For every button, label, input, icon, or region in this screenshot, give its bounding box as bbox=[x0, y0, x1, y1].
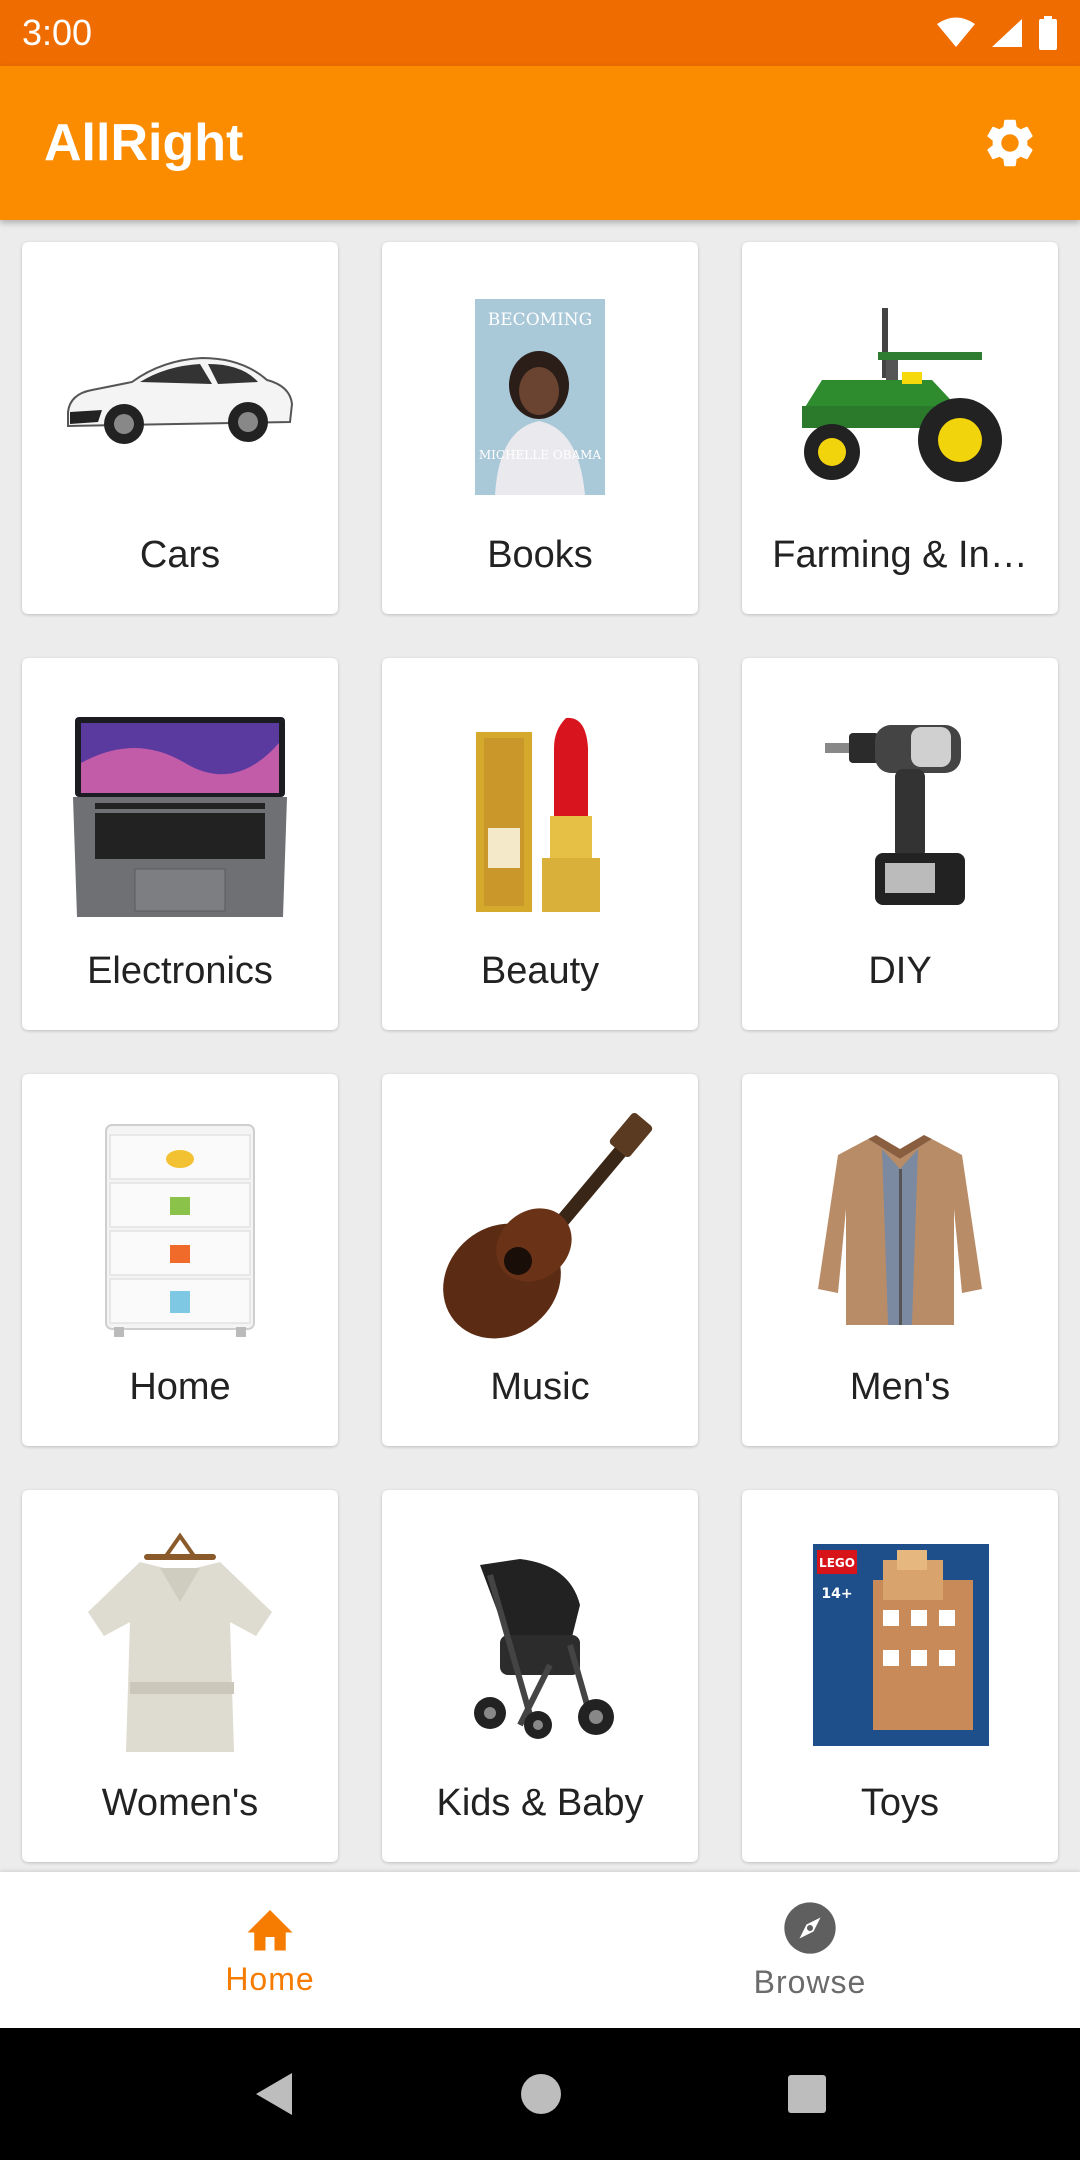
category-card-music[interactable]: Music bbox=[382, 1074, 698, 1446]
category-label: Men's bbox=[849, 1366, 951, 1408]
nav-home-label: Home bbox=[225, 1960, 315, 1997]
home-circle-icon[interactable] bbox=[519, 2072, 563, 2116]
category-card-toys[interactable]: LEGO 14+ Toys bbox=[742, 1490, 1058, 1862]
category-card-beauty[interactable]: Beauty bbox=[382, 658, 698, 1030]
category-grid: Cars BECOMING MICHELLE OBAMA Books Farmi… bbox=[0, 220, 1080, 1872]
jacket-image bbox=[782, 1114, 1018, 1344]
recents-icon[interactable] bbox=[786, 2073, 828, 2115]
system-nav-bar bbox=[0, 2028, 1080, 2160]
signal-icon bbox=[992, 19, 1022, 47]
category-card-womens[interactable]: Women's bbox=[22, 1490, 338, 1862]
app-title: AllRight bbox=[44, 114, 244, 172]
tractor-image bbox=[782, 282, 1018, 512]
category-card-books[interactable]: BECOMING MICHELLE OBAMA Books bbox=[382, 242, 698, 614]
bottom-nav: Home Browse bbox=[0, 1872, 1080, 2028]
category-label: Beauty bbox=[480, 950, 600, 992]
app-bar: AllRight bbox=[0, 66, 1080, 220]
book-image: BECOMING MICHELLE OBAMA bbox=[422, 282, 658, 512]
category-card-farming[interactable]: Farming & In… bbox=[742, 242, 1058, 614]
category-label: Home bbox=[129, 1366, 231, 1408]
category-label: Toys bbox=[860, 1782, 940, 1824]
status-time: 3:00 bbox=[22, 12, 93, 53]
blouse-image bbox=[62, 1530, 298, 1760]
category-card-home[interactable]: Home bbox=[22, 1074, 338, 1446]
back-icon[interactable] bbox=[252, 2069, 296, 2119]
category-card-kids[interactable]: Kids & Baby bbox=[382, 1490, 698, 1862]
category-label: Cars bbox=[139, 534, 221, 576]
gear-icon bbox=[987, 119, 1033, 167]
stroller-image bbox=[422, 1530, 658, 1760]
category-label: Farming & In… bbox=[772, 534, 1028, 576]
nav-home[interactable]: Home bbox=[0, 1872, 540, 2028]
category-label: Kids & Baby bbox=[436, 1782, 644, 1824]
lego-brand-text: LEGO bbox=[819, 1556, 855, 1570]
status-bar: 3:00 bbox=[0, 0, 1080, 66]
category-label: Music bbox=[490, 1366, 590, 1408]
category-label: Women's bbox=[101, 1782, 259, 1824]
guitar-image bbox=[422, 1112, 658, 1344]
car-image bbox=[62, 282, 298, 512]
settings-button[interactable] bbox=[974, 107, 1046, 179]
laptop-image bbox=[62, 698, 298, 928]
nav-browse[interactable]: Browse bbox=[540, 1872, 1080, 2028]
compass-icon bbox=[784, 1901, 836, 1954]
category-label: Books bbox=[487, 534, 593, 576]
book-title-text: BECOMING bbox=[488, 310, 592, 330]
lipstick-image bbox=[422, 698, 658, 928]
category-label: Electronics bbox=[87, 950, 273, 992]
category-card-mens[interactable]: Men's bbox=[742, 1074, 1058, 1446]
battery-icon bbox=[1039, 16, 1057, 50]
status-icons bbox=[936, 16, 1058, 50]
dresser-image bbox=[62, 1114, 298, 1344]
category-card-electronics[interactable]: Electronics bbox=[22, 658, 338, 1030]
home-icon bbox=[247, 1909, 293, 1950]
lego-age-text: 14+ bbox=[821, 1586, 852, 1602]
wifi-icon bbox=[937, 17, 975, 47]
lego-box-image: LEGO 14+ bbox=[782, 1530, 1018, 1760]
category-label: DIY bbox=[868, 950, 932, 992]
nav-browse-label: Browse bbox=[753, 1963, 867, 2000]
category-card-diy[interactable]: DIY bbox=[742, 658, 1058, 1030]
category-card-cars[interactable]: Cars bbox=[22, 242, 338, 614]
drill-image bbox=[782, 698, 1018, 928]
book-author-text: MICHELLE OBAMA bbox=[479, 448, 602, 462]
